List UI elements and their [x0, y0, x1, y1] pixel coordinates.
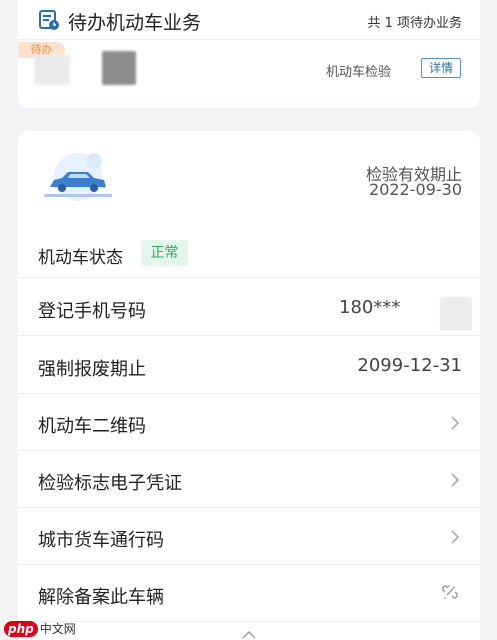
pending-business-card: 待办机动车业务 共 1 项待办业务 待办 机动车检验 详情 [18, 0, 480, 108]
phone-number-row: 登记手机号码 180*** [18, 279, 480, 336]
document-clock-icon [39, 10, 59, 30]
vehicle-status-badge: 正常 [141, 240, 188, 266]
vehicle-qr-code-label: 机动车二维码 [38, 416, 146, 437]
watermark-brand: php [4, 621, 38, 637]
business-type: 机动车检验 [326, 65, 392, 80]
vehicle-info-card: 检验有效期止 2022-09-30 机动车状态 正常 登记手机号码 180***… [18, 131, 480, 640]
pending-business-title: 待办机动车业务 [68, 12, 202, 34]
redacted-plate-block [34, 55, 70, 85]
vehicle-status-label: 机动车状态 [38, 248, 123, 268]
pending-business-header: 待办机动车业务 共 1 项待办业务 [18, 0, 480, 40]
pending-business-item[interactable]: 待办 机动车检验 详情 [18, 41, 480, 99]
inspection-certificate-label: 检验标志电子凭证 [38, 473, 182, 494]
unregister-vehicle-label: 解除备案此车辆 [38, 587, 164, 608]
scrap-deadline-row: 强制报废期止 2099-12-31 [18, 337, 480, 394]
unregister-vehicle-row[interactable]: 解除备案此车辆 [18, 565, 480, 622]
vehicle-qr-code-row[interactable]: 机动车二维码 [18, 394, 480, 451]
chevron-right-icon [451, 473, 460, 487]
watermark: php 中文网 [4, 620, 76, 638]
detail-button[interactable]: 详情 [421, 58, 461, 78]
phone-number-value: 180*** [339, 297, 401, 318]
watermark-text: 中文网 [39, 622, 76, 636]
truck-pass-code-label: 城市货车通行码 [38, 530, 164, 551]
chevron-right-icon [451, 416, 460, 430]
unlink-icon [442, 585, 458, 599]
vehicle-status-row: 机动车状态 正常 [18, 226, 480, 278]
chevron-right-icon [451, 530, 460, 544]
pending-business-count: 共 1 项待办业务 [367, 16, 462, 31]
truck-pass-code-row[interactable]: 城市货车通行码 [18, 508, 480, 565]
redacted-plate-image [102, 51, 136, 85]
chevron-up-icon[interactable] [241, 630, 257, 640]
inspection-certificate-row[interactable]: 检验标志电子凭证 [18, 451, 480, 508]
redacted-phone-block [440, 297, 472, 331]
scrap-deadline-label: 强制报废期止 [38, 359, 146, 380]
car-illustration-icon [44, 153, 112, 201]
scrap-deadline-value: 2099-12-31 [357, 355, 462, 376]
inspection-expiry-date: 2022-09-30 [369, 180, 462, 199]
phone-number-label: 登记手机号码 [38, 301, 146, 322]
